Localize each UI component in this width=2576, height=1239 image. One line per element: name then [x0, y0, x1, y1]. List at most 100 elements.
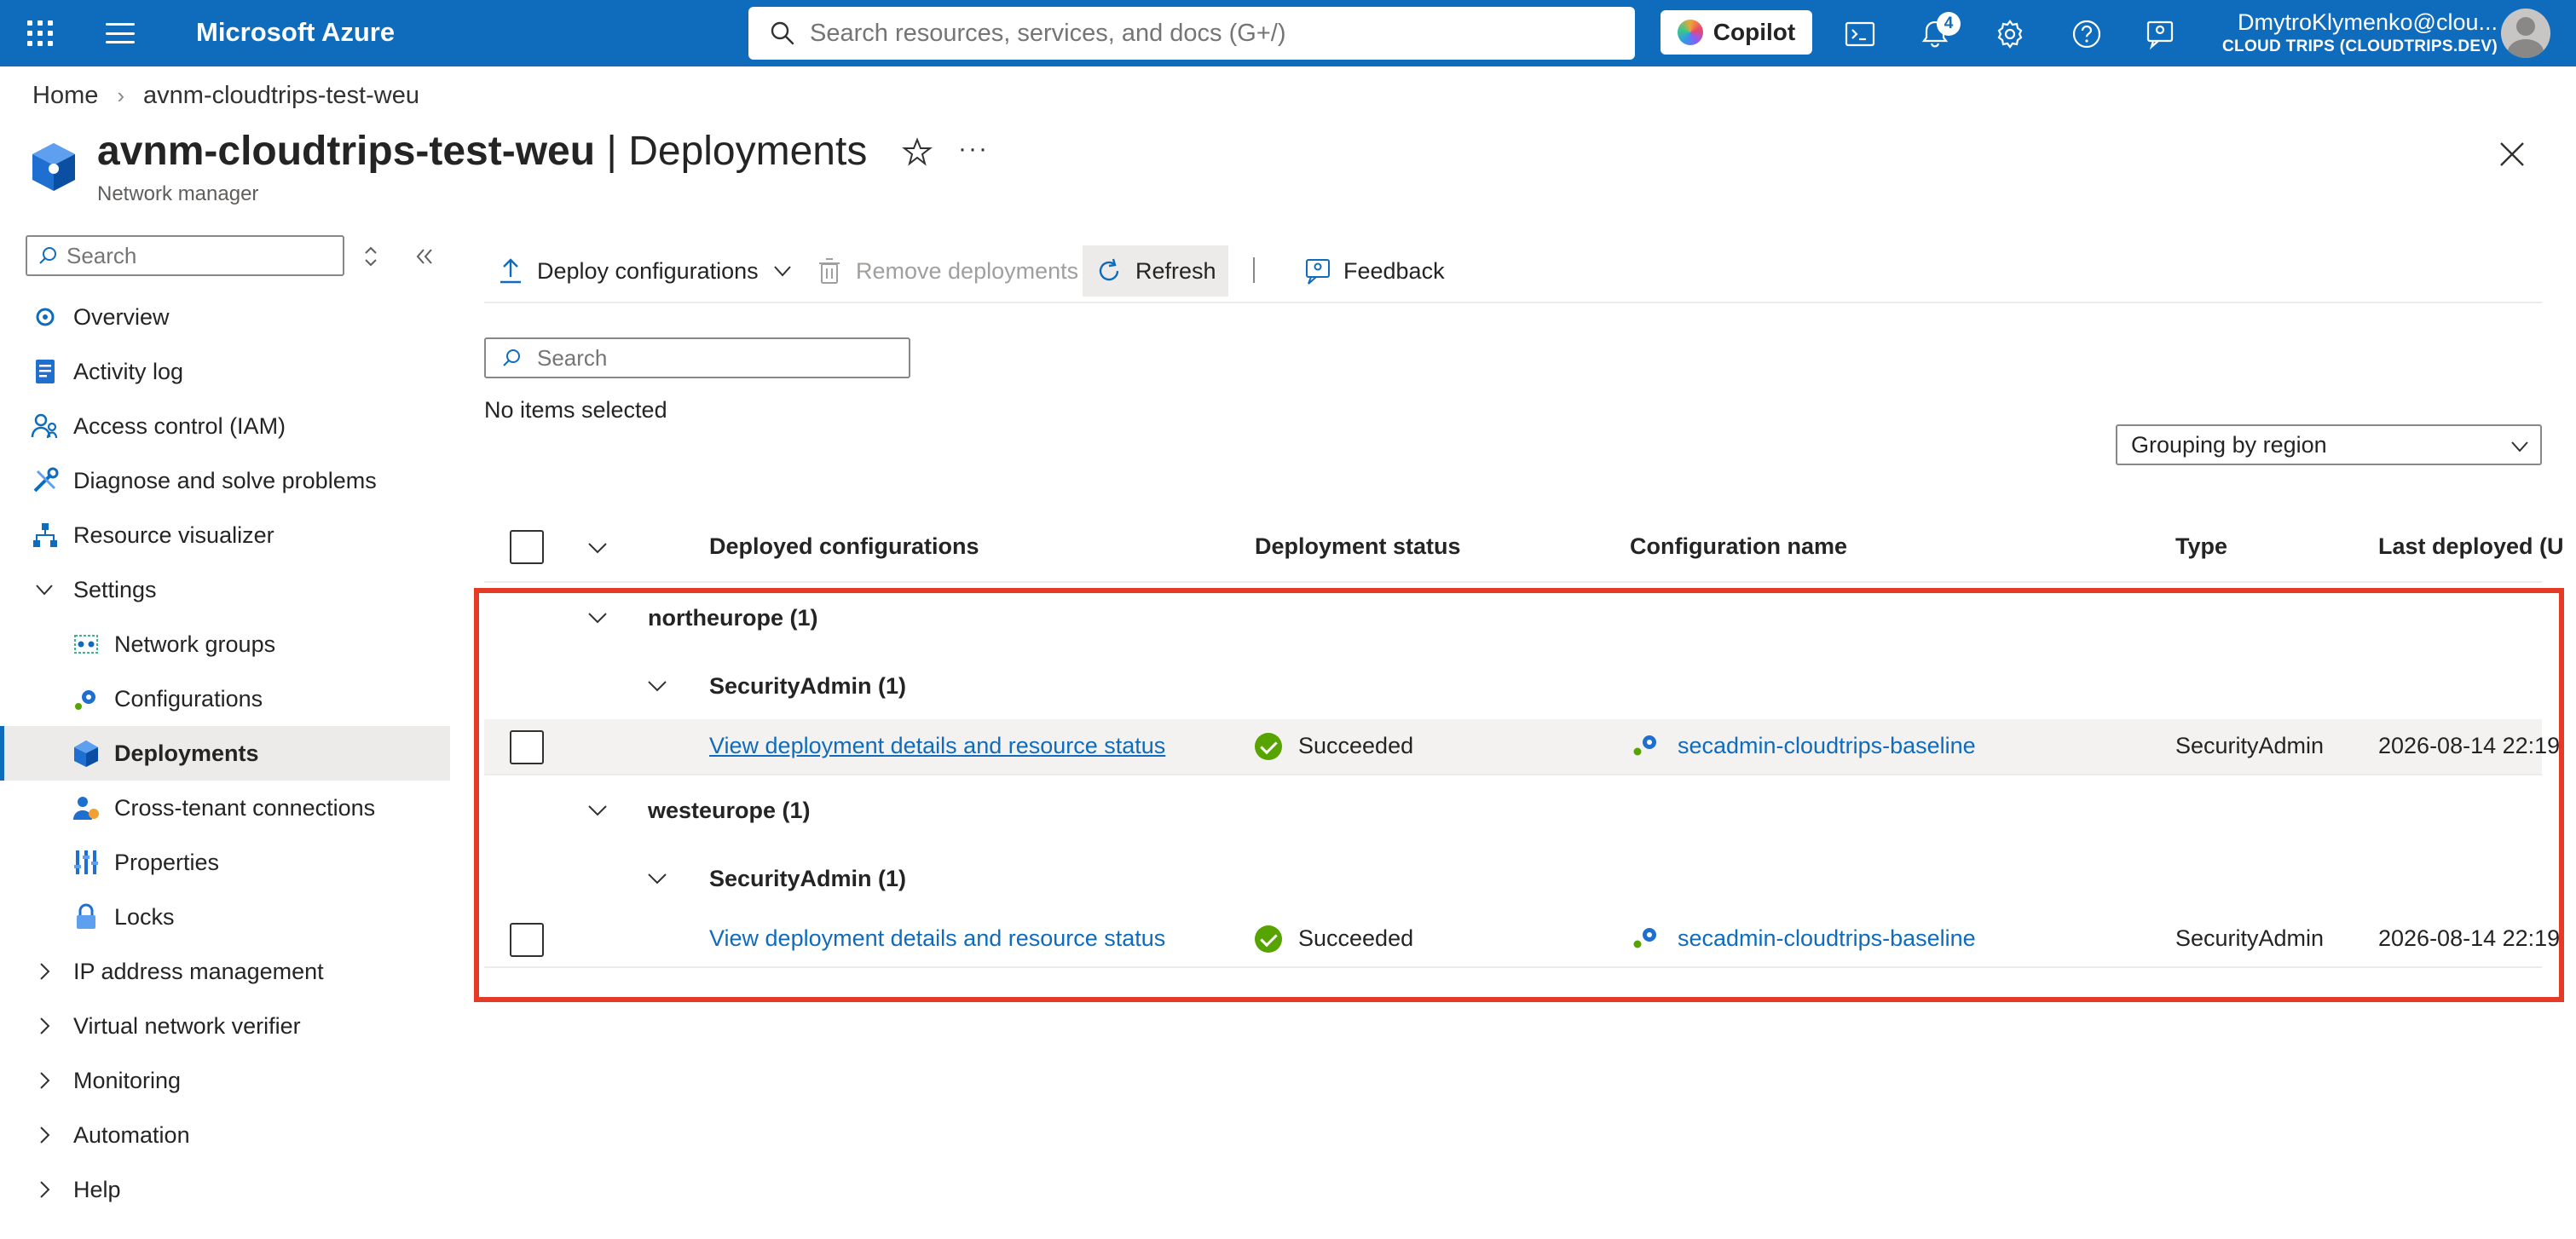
- row-checkbox[interactable]: [510, 923, 544, 957]
- grouping-dropdown[interactable]: Grouping by region: [2116, 424, 2542, 465]
- sidebar-item-deployments[interactable]: Deployments: [0, 726, 450, 781]
- remove-deployments-button[interactable]: Remove deployments: [815, 245, 1078, 297]
- column-configuration-name[interactable]: Configuration name: [1630, 533, 1847, 560]
- deployment-status: Succeeded: [1298, 925, 1414, 951]
- upload-icon: [500, 258, 521, 284]
- deploy-configurations-button[interactable]: Deploy configurations: [496, 245, 793, 297]
- group-region-label: westeurope (1): [648, 798, 811, 823]
- chevron-down-icon[interactable]: [586, 799, 609, 821]
- chevron-down-icon[interactable]: [646, 867, 668, 890]
- settings-gear-icon[interactable]: [1993, 17, 2027, 51]
- portal-menu-icon[interactable]: [106, 23, 135, 43]
- sidebar-item-network-groups[interactable]: Network groups: [0, 617, 450, 671]
- row-checkbox[interactable]: [510, 730, 544, 764]
- sidebar-search[interactable]: [26, 235, 344, 276]
- chevron-down-icon[interactable]: [586, 607, 609, 629]
- refresh-button[interactable]: Refresh: [1083, 245, 1228, 297]
- table-row[interactable]: View deployment details and resource sta…: [484, 912, 2560, 968]
- global-search[interactable]: [748, 7, 1635, 60]
- sidebar-item-cross-tenant[interactable]: Cross-tenant connections: [0, 781, 450, 835]
- sidebar-item-virtual-network-verifier[interactable]: Virtual network verifier: [0, 999, 450, 1053]
- sidebar-item-ip-address-management[interactable]: IP address management: [0, 944, 450, 999]
- sidebar-item-settings[interactable]: Settings: [0, 562, 450, 617]
- deployments-search[interactable]: [484, 337, 910, 378]
- sidebar-item-overview[interactable]: Overview: [0, 290, 450, 344]
- sidebar-item-resource-visualizer[interactable]: Resource visualizer: [0, 508, 450, 562]
- remove-deployments-label: Remove deployments: [856, 257, 1079, 284]
- more-options-icon[interactable]: ···: [958, 135, 989, 164]
- group-type-label: SecurityAdmin (1): [709, 673, 907, 699]
- global-search-input[interactable]: [810, 19, 1577, 48]
- group-header-region[interactable]: northeurope (1): [484, 583, 2542, 651]
- sidebar-item-properties[interactable]: Properties: [0, 835, 450, 890]
- collapse-sidebar-icon[interactable]: [413, 244, 435, 269]
- brand-title[interactable]: Microsoft Azure: [196, 17, 395, 48]
- app-launcher-icon[interactable]: [27, 20, 53, 46]
- user-name: DmytroKlymenko@clou...: [2238, 9, 2498, 35]
- configuration-name-link[interactable]: secadmin-cloudtrips-baseline: [1678, 733, 1976, 759]
- chevron-right-icon: [40, 963, 50, 980]
- sidebar-item-automation[interactable]: Automation: [0, 1108, 450, 1162]
- account-info[interactable]: DmytroKlymenko@clou... CLOUD TRIPS (CLOU…: [2208, 9, 2498, 58]
- sidebar-item-diagnose[interactable]: Diagnose and solve problems: [0, 453, 450, 508]
- group-header-type[interactable]: SecurityAdmin (1): [484, 651, 2542, 719]
- access-control-icon: [31, 413, 58, 439]
- copilot-button[interactable]: Copilot: [1661, 10, 1812, 55]
- view-deployment-details-link[interactable]: View deployment details and resource sta…: [709, 925, 1165, 952]
- configurations-gear-icon: [75, 690, 95, 710]
- chevron-down-icon: [2511, 441, 2528, 452]
- page-title: avnm-cloudtrips-test-weu | Deployments: [97, 128, 867, 175]
- collapse-all-chevron-icon[interactable]: [586, 537, 609, 559]
- sidebar-item-label: Configurations: [114, 685, 263, 712]
- help-icon[interactable]: [2070, 17, 2104, 51]
- column-last-deployed[interactable]: Last deployed (U: [2378, 533, 2564, 560]
- breadcrumb-home[interactable]: Home: [32, 82, 98, 110]
- deployments-search-input[interactable]: [537, 344, 895, 372]
- breadcrumb-current[interactable]: avnm-cloudtrips-test-weu: [143, 82, 419, 110]
- group-header-type[interactable]: SecurityAdmin (1): [484, 844, 2542, 912]
- sidebar-item-monitoring[interactable]: Monitoring: [0, 1053, 450, 1108]
- column-deployed-configurations[interactable]: Deployed configurations: [709, 533, 979, 560]
- sort-icon[interactable]: [360, 244, 382, 269]
- notification-badge: 4: [1937, 12, 1961, 36]
- chevron-right-icon: [40, 1072, 50, 1089]
- copilot-icon: [1677, 20, 1703, 45]
- column-type[interactable]: Type: [2175, 533, 2227, 560]
- chevron-down-icon: [773, 266, 791, 277]
- last-deployed: 2026-08-14 22:19: [2378, 925, 2561, 951]
- breadcrumb-separator-icon: ›: [117, 83, 125, 108]
- column-deployment-status[interactable]: Deployment status: [1255, 533, 1461, 560]
- sidebar-item-label: Monitoring: [73, 1067, 182, 1093]
- sidebar-search-input[interactable]: [66, 242, 339, 269]
- feedback-icon[interactable]: [2143, 17, 2177, 51]
- resource-type: Network manager: [97, 182, 259, 205]
- avatar[interactable]: [2501, 9, 2550, 58]
- cloud-shell-icon[interactable]: [1843, 17, 1877, 51]
- sidebar-item-activity-log[interactable]: Activity log: [0, 344, 450, 399]
- chevron-down-icon[interactable]: [646, 675, 668, 697]
- sidebar-item-access-control[interactable]: Access control (IAM): [0, 399, 450, 453]
- toolbar-divider: [1253, 257, 1255, 283]
- sidebar-nav: Overview Activity log Access control (IA…: [0, 290, 450, 1217]
- configuration-type: SecurityAdmin: [2175, 925, 2325, 951]
- sidebar-item-locks[interactable]: Locks: [0, 890, 450, 944]
- sidebar-item-label: Resource visualizer: [73, 522, 274, 548]
- group-region-label: northeurope (1): [648, 605, 818, 631]
- sidebar-item-help[interactable]: Help: [0, 1162, 450, 1217]
- search-icon: [503, 349, 520, 366]
- configuration-name-link[interactable]: secadmin-cloudtrips-baseline: [1678, 925, 1976, 952]
- notifications-icon[interactable]: 4: [1918, 12, 1961, 51]
- group-header-region[interactable]: westeurope (1): [484, 775, 2542, 844]
- sidebar-item-configurations[interactable]: Configurations: [0, 671, 450, 726]
- succeeded-check-icon: [1255, 925, 1282, 953]
- favorite-star-icon[interactable]: [902, 136, 933, 167]
- select-all-checkbox[interactable]: [510, 530, 544, 564]
- close-icon[interactable]: [2498, 140, 2527, 169]
- view-deployment-details-link[interactable]: View deployment details and resource sta…: [709, 733, 1165, 759]
- table-row[interactable]: View deployment details and resource sta…: [484, 719, 2560, 775]
- last-deployed: 2026-08-14 22:19: [2378, 733, 2561, 758]
- network-groups-icon: [74, 635, 98, 654]
- grouping-value: Grouping by region: [2131, 431, 2327, 458]
- sidebar-item-label: Properties: [114, 849, 220, 875]
- feedback-button[interactable]: Feedback: [1302, 245, 1445, 297]
